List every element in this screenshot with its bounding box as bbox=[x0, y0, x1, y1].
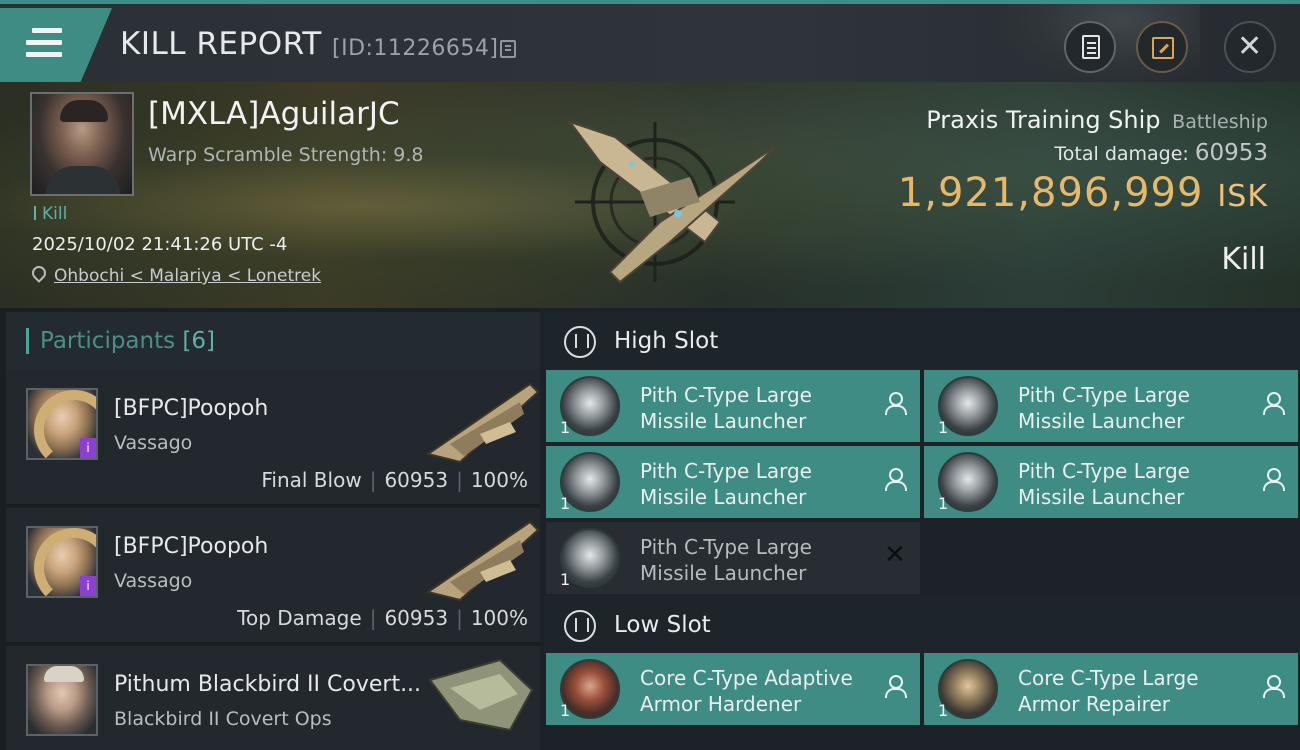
person-icon bbox=[1262, 675, 1285, 699]
report-icon bbox=[1082, 35, 1100, 59]
isk-unit: ISK bbox=[1217, 179, 1268, 214]
module-name: Pith C-Type Large Missile Launcher bbox=[640, 535, 812, 585]
participant-name: [BFPC]Poopoh bbox=[114, 396, 269, 421]
module-quantity: 1 bbox=[560, 570, 571, 589]
module-quantity: 1 bbox=[560, 494, 571, 513]
total-damage-value: 60953 bbox=[1194, 140, 1268, 166]
module-item[interactable]: 1 Core C-Type Large Armor Repairer bbox=[924, 653, 1298, 725]
fitting-panel: High Slot 1 Pith C-Type Large Missile Lau… bbox=[540, 308, 1300, 750]
module-item-destroyed[interactable]: 1 Pith C-Type Large Missile Launcher ✕ bbox=[546, 522, 920, 594]
person-icon bbox=[1262, 468, 1285, 492]
participant-ship: Blackbird II Covert Ops bbox=[114, 708, 332, 730]
victim-name[interactable]: [MXLA]AguilarJC bbox=[148, 96, 400, 132]
module-quantity: 1 bbox=[938, 494, 949, 513]
close-icon: ✕ bbox=[1237, 29, 1263, 64]
module-quantity: 1 bbox=[938, 418, 949, 437]
victim-portrait[interactable] bbox=[30, 92, 134, 196]
person-icon bbox=[884, 468, 907, 492]
participant-damage: 60953 bbox=[384, 606, 449, 630]
person-icon bbox=[884, 392, 907, 416]
menu-icon bbox=[26, 28, 62, 58]
low-slot-header: Low Slot bbox=[544, 596, 1300, 654]
destroyed-x-icon: ✕ bbox=[884, 540, 906, 570]
module-item[interactable]: 1 Pith C-Type Large Missile Launcher bbox=[546, 370, 920, 442]
participant-name: [BFPC]Poopoh bbox=[114, 534, 269, 559]
kill-location-link[interactable]: Ohbochi < Malariya < Lonetrek bbox=[54, 266, 321, 286]
isk-amount: 1,921,896,999 bbox=[897, 170, 1204, 216]
isk-value: 1,921,896,999 ISK bbox=[898, 170, 1268, 216]
victim-ship-name[interactable]: Praxis Training Ship bbox=[926, 106, 1160, 134]
participant-portrait[interactable] bbox=[26, 664, 98, 736]
kill-banner: [MXLA]AguilarJC Warp Scramble Strength: … bbox=[0, 82, 1300, 308]
info-badge[interactable]: i bbox=[80, 576, 96, 596]
high-slot-title: High Slot bbox=[614, 328, 719, 354]
participant-percent: 100% bbox=[470, 606, 528, 630]
participants-panel: Participants [6] i [BFPC]Poopoh Vassago … bbox=[0, 308, 540, 750]
module-name: Pith C-Type Large Missile Launcher bbox=[1018, 383, 1190, 433]
total-damage-label: Total damage: bbox=[1054, 143, 1189, 165]
victim-ship-class: Battleship bbox=[1172, 111, 1268, 133]
participants-count: [6] bbox=[182, 328, 216, 354]
module-name: Core C-Type Large Armor Repairer bbox=[1018, 666, 1199, 716]
module-item[interactable]: 1 Pith C-Type Large Missile Launcher bbox=[546, 446, 920, 518]
low-slot-icon bbox=[564, 610, 596, 642]
info-badge[interactable]: i bbox=[80, 438, 96, 458]
participant-name: Pithum Blackbird II Covert... bbox=[114, 672, 422, 697]
participants-label: Participants bbox=[40, 328, 176, 354]
close-button[interactable]: ✕ bbox=[1224, 21, 1276, 73]
participant-role: Final Blow bbox=[261, 468, 362, 492]
menu-button[interactable] bbox=[0, 8, 112, 82]
participant-ship: Vassago bbox=[114, 570, 193, 592]
top-bar: KILL REPORT [ID:11226654] ✕ bbox=[0, 0, 1300, 84]
person-icon bbox=[884, 675, 907, 699]
kill-result: Kill bbox=[1221, 242, 1266, 277]
person-icon bbox=[1262, 392, 1285, 416]
module-item[interactable]: 1 Pith C-Type Large Missile Launcher bbox=[924, 370, 1298, 442]
participant-percent: 100% bbox=[470, 468, 528, 492]
warp-scramble-strength: Warp Scramble Strength: 9.8 bbox=[148, 144, 424, 166]
module-name: Core C-Type Adaptive Armor Hardener bbox=[640, 666, 853, 716]
module-item[interactable]: 1 Pith C-Type Large Missile Launcher bbox=[924, 446, 1298, 518]
high-slot-icon bbox=[564, 326, 596, 358]
report-id: [ID:11226654] bbox=[332, 36, 499, 61]
participant-portrait[interactable]: i bbox=[26, 526, 98, 598]
share-icon bbox=[1152, 37, 1174, 59]
module-name: Pith C-Type Large Missile Launcher bbox=[640, 383, 812, 433]
module-quantity: 1 bbox=[560, 701, 571, 720]
participant-ship-image bbox=[425, 520, 540, 602]
copy-icon[interactable] bbox=[500, 40, 516, 58]
high-slot-header: High Slot bbox=[544, 312, 1300, 370]
kill-datetime: 2025/10/02 21:41:26 UTC -4 bbox=[32, 234, 288, 255]
page-title: KILL REPORT bbox=[120, 26, 322, 62]
share-button[interactable] bbox=[1136, 21, 1188, 73]
total-damage: Total damage: 60953 bbox=[1054, 140, 1268, 166]
module-quantity: 1 bbox=[938, 701, 949, 720]
participant-stats: Top Damage | 60953 | 100% bbox=[237, 606, 528, 630]
victim-ship: Praxis Training Ship Battleship bbox=[926, 106, 1268, 134]
participants-title: Participants [6] bbox=[40, 328, 215, 354]
report-button[interactable] bbox=[1064, 21, 1116, 73]
participants-header[interactable]: Participants [6] bbox=[6, 312, 540, 370]
location-pin-icon bbox=[29, 263, 49, 283]
participant-row[interactable]: i [BFPC]Poopoh Vassago Top Damage | 60953 |… bbox=[6, 508, 540, 644]
participant-ship: Vassago bbox=[114, 432, 193, 454]
module-name: Pith C-Type Large Missile Launcher bbox=[1018, 459, 1190, 509]
module-quantity: 1 bbox=[560, 418, 571, 437]
participant-ship-image bbox=[425, 382, 540, 464]
participant-ship-image bbox=[428, 658, 534, 732]
module-item[interactable]: 1 Core C-Type Adaptive Armor Hardener bbox=[546, 653, 920, 725]
participant-role: Top Damage bbox=[237, 606, 362, 630]
kill-tag: Kill bbox=[34, 204, 67, 224]
participant-row[interactable]: Pithum Blackbird II Covert... Blackbird … bbox=[6, 646, 540, 750]
victim-ship-image[interactable] bbox=[520, 102, 790, 292]
participant-portrait[interactable]: i bbox=[26, 388, 98, 460]
participant-row[interactable]: i [BFPC]Poopoh Vassago Final Blow | 60953 |… bbox=[6, 370, 540, 506]
header-accent-bar bbox=[26, 328, 29, 354]
participant-stats: Final Blow | 60953 | 100% bbox=[261, 468, 528, 492]
participant-damage: 60953 bbox=[384, 468, 449, 492]
low-slot-title: Low Slot bbox=[614, 612, 711, 638]
module-name: Pith C-Type Large Missile Launcher bbox=[640, 459, 812, 509]
